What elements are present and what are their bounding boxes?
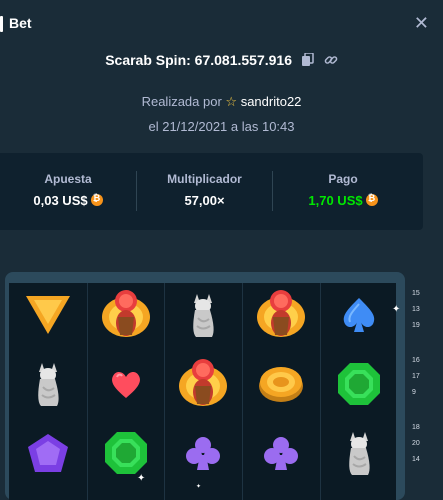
emerald-icon bbox=[88, 423, 164, 483]
link-icon[interactable] bbox=[324, 53, 338, 70]
placed-by-row: Realizada por ☆ sandrito22 bbox=[0, 94, 443, 110]
cat-statue-icon bbox=[10, 354, 86, 414]
close-icon[interactable]: ✕ bbox=[414, 13, 429, 34]
scarab-icon bbox=[165, 354, 241, 414]
triangle-gem-icon bbox=[10, 285, 86, 345]
sparkle-icon: ✦ bbox=[392, 304, 401, 315]
placed-by-label: Realizada por bbox=[141, 94, 222, 109]
cat-statue-icon bbox=[321, 423, 397, 483]
gold-coin-icon bbox=[243, 354, 319, 414]
payline-number: 13 bbox=[412, 306, 420, 313]
multiplier-label: Multiplicador bbox=[167, 172, 242, 186]
cat-statue-icon bbox=[165, 285, 241, 345]
bet-amount-value: 0,03 US$ bbox=[33, 193, 88, 208]
payline-number: 9 bbox=[412, 389, 416, 396]
sparkle-icon: ✦ bbox=[137, 473, 146, 484]
payline-number: 20 bbox=[412, 440, 420, 447]
payout-label: Pago bbox=[328, 172, 358, 186]
modal-header: Bet ✕ bbox=[0, 0, 443, 48]
bet-amount-stat: Apuesta 0,03 US$ bbox=[0, 153, 136, 230]
multiplier-value: 57,00× bbox=[184, 193, 225, 208]
game-title-row: Scarab Spin: 67.081.557.916 bbox=[0, 52, 443, 70]
game-title: Scarab Spin: 67.081.557.916 bbox=[105, 52, 292, 68]
payline-number: 14 bbox=[412, 456, 420, 463]
club-icon bbox=[243, 423, 319, 483]
modal-title: Bet bbox=[9, 15, 32, 31]
bitcoin-icon bbox=[90, 193, 103, 206]
scarab-icon bbox=[88, 285, 164, 345]
bet-date: el 21/12/2021 a las 10:43 bbox=[148, 119, 295, 134]
username-link[interactable]: sandrito22 bbox=[241, 94, 302, 109]
emerald-icon bbox=[321, 354, 397, 414]
bitcoin-icon bbox=[365, 193, 378, 206]
payline-number: 15 bbox=[412, 290, 420, 297]
bet-amount-label: Apuesta bbox=[44, 172, 92, 186]
club-icon bbox=[165, 423, 241, 483]
payline-number: 18 bbox=[412, 424, 420, 431]
payline-number: 19 bbox=[412, 322, 420, 329]
star-icon: ☆ bbox=[225, 94, 238, 109]
payout-stat: Pago 1,70 US$ bbox=[273, 153, 413, 230]
copy-icon[interactable] bbox=[301, 52, 314, 69]
bet-icon bbox=[0, 16, 3, 32]
sparkle-icon: ✦ bbox=[196, 484, 202, 490]
stats-panel: Apuesta 0,03 US$ Multiplicador 57,00× Pa… bbox=[0, 153, 423, 230]
scarab-icon bbox=[243, 285, 319, 345]
payline-number: 17 bbox=[412, 373, 420, 380]
payline-number: 16 bbox=[412, 357, 420, 364]
amethyst-icon bbox=[10, 423, 86, 483]
spade-icon bbox=[321, 285, 397, 345]
heart-icon bbox=[88, 354, 164, 414]
payout-value: 1,70 US$ bbox=[308, 193, 363, 208]
multiplier-stat: Multiplicador 57,00× bbox=[137, 153, 272, 230]
